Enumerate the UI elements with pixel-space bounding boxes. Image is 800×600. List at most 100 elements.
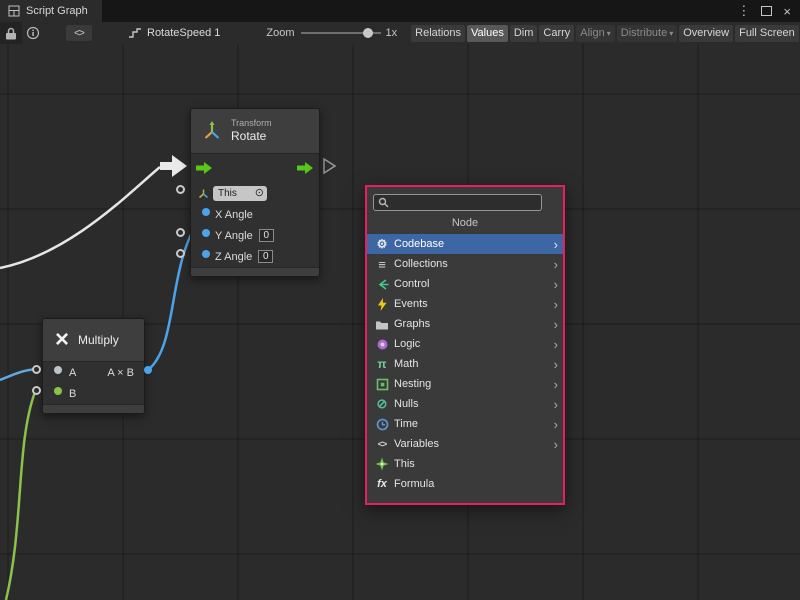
flow-in-arrow-icon[interactable] xyxy=(196,162,213,174)
folder-icon xyxy=(373,318,391,331)
caret-down-icon: ▾ xyxy=(669,29,673,38)
wire-into-b xyxy=(6,392,35,600)
z-angle-label: Z Angle xyxy=(215,251,252,263)
y-angle-label: Y Angle xyxy=(215,230,253,242)
this-object-field[interactable]: This ⊙ xyxy=(213,186,267,201)
x-angle-type-dot[interactable] xyxy=(202,208,210,216)
finder-item-label: This xyxy=(394,458,415,470)
search-field[interactable] xyxy=(373,194,542,211)
graph-canvas[interactable]: Transform Rotate This xyxy=(0,44,800,600)
y-angle-input-port[interactable] xyxy=(176,228,185,237)
finder-item-label: Graphs xyxy=(394,318,430,330)
finder-item-nulls[interactable]: ⊘ Nulls › xyxy=(367,394,563,414)
finder-item-label: Formula xyxy=(394,478,434,490)
finder-item-label: Math xyxy=(394,358,418,370)
align-button[interactable]: Align▾ xyxy=(576,25,614,42)
lock-button[interactable] xyxy=(0,22,22,44)
multiply-node-footer xyxy=(43,404,144,413)
multiply-output-port[interactable] xyxy=(144,366,152,374)
code-view-button[interactable]: <> xyxy=(66,25,92,41)
fuzzy-finder-popup: Node ⚙ Codebase › ≡ Collections › Contro… xyxy=(365,185,565,505)
dim-button[interactable]: Dim xyxy=(510,25,538,42)
y-angle-value-field[interactable]: 0 xyxy=(259,229,274,242)
toolbar: <> RotateSpeed 1 Zoom 1x Relations Value… xyxy=(0,22,800,45)
graph-breadcrumb[interactable]: RotateSpeed 1 xyxy=(128,27,220,39)
rotate-node-header[interactable]: Transform Rotate xyxy=(191,109,319,154)
input-a-label: A xyxy=(69,367,76,379)
z-angle-value-field[interactable]: 0 xyxy=(258,250,273,263)
titlebar: Script Graph ⋮ × xyxy=(0,0,800,22)
rotate-node-titles: Transform Rotate xyxy=(231,118,272,144)
tab-script-graph[interactable]: Script Graph xyxy=(0,0,102,22)
y-angle-type-dot[interactable] xyxy=(202,229,210,237)
relations-button[interactable]: Relations xyxy=(411,25,465,42)
null-icon: ⊘ xyxy=(373,396,391,412)
wire-arrowhead-icon xyxy=(160,155,187,177)
finder-item-label: Codebase xyxy=(394,238,444,250)
finder-item-codebase[interactable]: ⚙ Codebase › xyxy=(367,234,563,254)
chevron-right-icon: › xyxy=(554,298,558,311)
zoom-slider[interactable] xyxy=(301,22,381,44)
distribute-button[interactable]: Distribute▾ xyxy=(617,25,677,42)
finder-item-this[interactable]: This xyxy=(367,454,563,474)
carry-button[interactable]: Carry xyxy=(539,25,574,42)
a-type-dot[interactable] xyxy=(54,366,62,374)
chevron-right-icon: › xyxy=(554,318,558,331)
flow-row xyxy=(191,154,319,182)
wire-control-in xyxy=(0,167,160,268)
clock-icon xyxy=(373,418,391,431)
finder-item-nesting[interactable]: Nesting › xyxy=(367,374,563,394)
finder-item-label: Events xyxy=(394,298,428,310)
search-icon xyxy=(378,197,389,208)
this-input-port[interactable] xyxy=(176,185,185,194)
flow-out-arrow-icon[interactable] xyxy=(297,162,314,174)
transform-icon xyxy=(201,120,223,142)
maximize-icon[interactable] xyxy=(761,6,772,16)
close-icon[interactable]: × xyxy=(783,4,791,19)
tab-title: Script Graph xyxy=(26,5,88,17)
finder-item-label: Collections xyxy=(394,258,448,270)
finder-item-time[interactable]: Time › xyxy=(367,414,563,434)
node-title: Rotate xyxy=(231,129,272,144)
finder-item-collections[interactable]: ≡ Collections › xyxy=(367,254,563,274)
multiply-icon: × xyxy=(55,328,69,352)
x-angle-label: X Angle xyxy=(215,209,253,221)
z-angle-type-dot[interactable] xyxy=(202,250,210,258)
multiply-node-header[interactable]: × Multiply xyxy=(43,319,144,362)
nesting-icon xyxy=(373,378,391,391)
rotate-node-footer xyxy=(191,267,319,276)
port-row-z-angle[interactable]: Z Angle 0 xyxy=(191,246,319,267)
values-button[interactable]: Values xyxy=(467,25,508,42)
finder-item-formula[interactable]: fx Formula xyxy=(367,474,563,494)
finder-item-label: Variables xyxy=(394,438,439,450)
code-icon: <> xyxy=(74,28,84,39)
info-button[interactable] xyxy=(22,22,44,44)
b-type-dot[interactable] xyxy=(54,387,62,395)
fullscreen-button[interactable]: Full Screen xyxy=(735,25,799,42)
finder-item-label: Control xyxy=(394,278,429,290)
align-label: Align xyxy=(580,27,604,39)
gear-icon: ⚙ xyxy=(373,237,391,251)
port-row-x-angle[interactable]: X Angle xyxy=(191,204,319,225)
unity-graph-window: Script Graph ⋮ × <> xyxy=(0,0,800,600)
multiply-a-input-port[interactable] xyxy=(32,365,41,374)
zoom-slider-thumb[interactable] xyxy=(363,28,373,38)
finder-item-label: Nesting xyxy=(394,378,431,390)
finder-item-math[interactable]: π Math › xyxy=(367,354,563,374)
finder-item-logic[interactable]: Logic › xyxy=(367,334,563,354)
finder-item-graphs[interactable]: Graphs › xyxy=(367,314,563,334)
star-icon xyxy=(373,457,391,471)
finder-item-events[interactable]: Events › xyxy=(367,294,563,314)
z-angle-input-port[interactable] xyxy=(176,249,185,258)
finder-item-control[interactable]: Control › xyxy=(367,274,563,294)
menu-icon[interactable]: ⋮ xyxy=(737,3,750,19)
multiply-b-input-port[interactable] xyxy=(32,386,41,395)
finder-item-variables[interactable]: <> Variables › xyxy=(367,434,563,454)
overview-button[interactable]: Overview xyxy=(679,25,733,42)
search-input[interactable] xyxy=(393,195,537,210)
object-picker-icon[interactable]: ⊙ xyxy=(255,188,264,199)
node-category: Transform xyxy=(231,118,272,129)
port-row-y-angle[interactable]: Y Angle 0 xyxy=(191,225,319,246)
chevron-right-icon: › xyxy=(554,338,558,351)
output-label: A × B xyxy=(107,367,134,379)
